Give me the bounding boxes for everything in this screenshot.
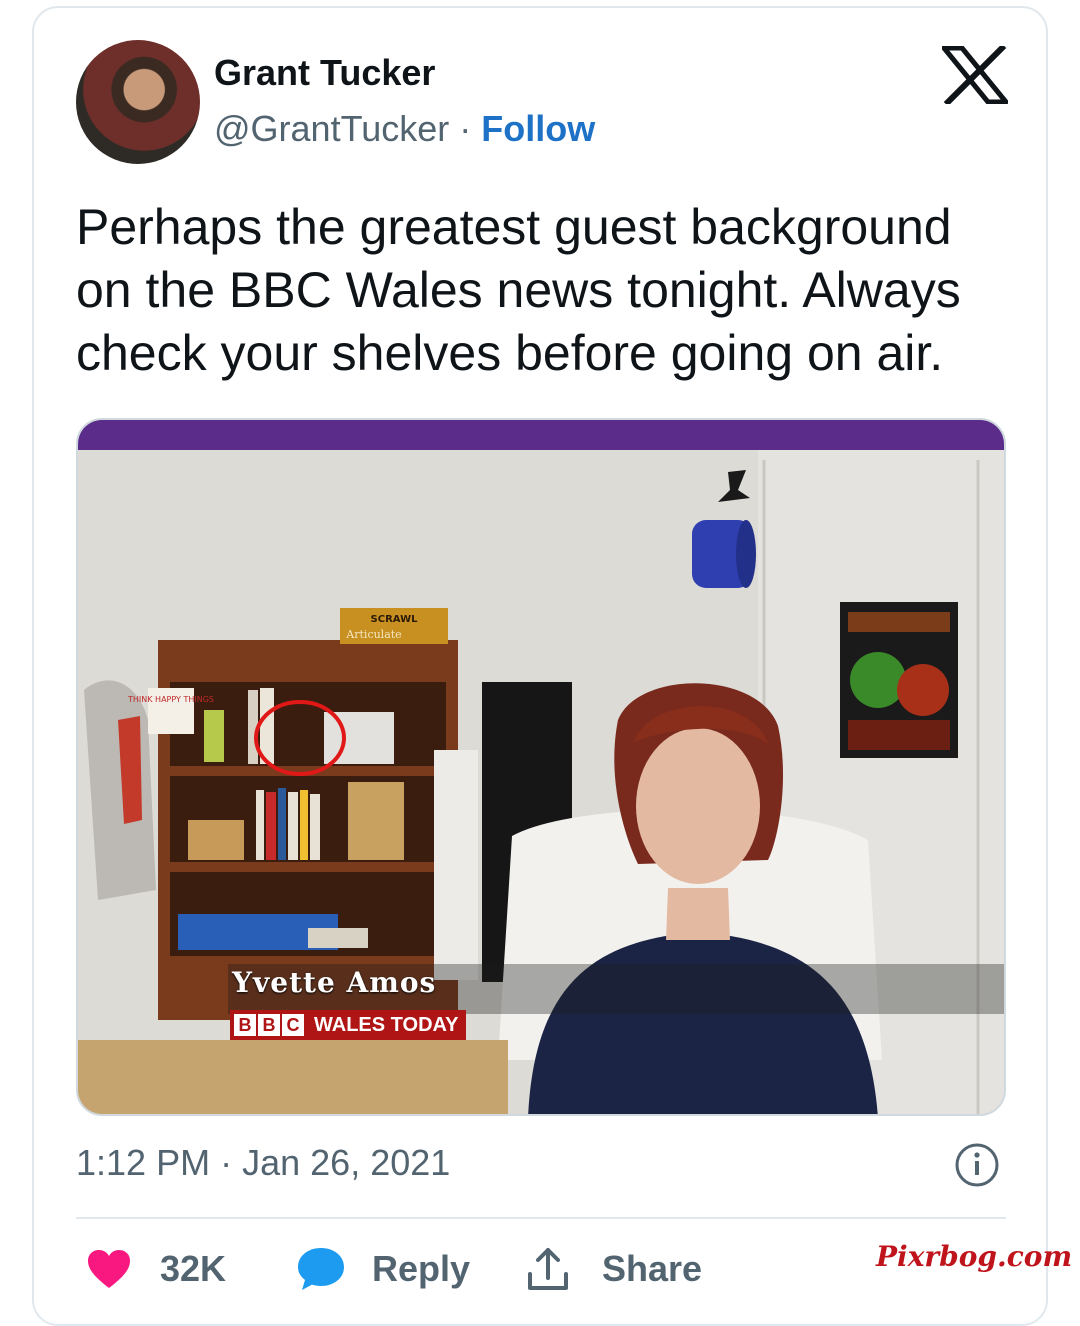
media-photo: SCRAWL Articulate THINK HAPPY THINGS bbox=[78, 420, 1004, 1114]
bbc-letter: B bbox=[258, 1014, 280, 1036]
tweet-timestamp[interactable]: 1:12 PM · Jan 26, 2021 bbox=[76, 1142, 450, 1184]
show-name: WALES TODAY bbox=[314, 1013, 459, 1036]
bbc-letter: C bbox=[282, 1014, 304, 1036]
handle-row: @GrantTucker · Follow bbox=[214, 108, 595, 150]
reply-icon[interactable] bbox=[296, 1246, 346, 1292]
tweet-text: Perhaps the greatest guest background on… bbox=[76, 199, 961, 381]
tweet-media[interactable]: SCRAWL Articulate THINK HAPPY THINGS bbox=[76, 418, 1006, 1116]
heart-icon[interactable] bbox=[86, 1248, 132, 1290]
author-name[interactable]: Grant Tucker bbox=[214, 52, 435, 94]
divider bbox=[76, 1217, 1006, 1219]
shelf-sign-text: THINK HAPPY THINGS bbox=[127, 695, 214, 704]
tweet-time: 1:12 PM bbox=[76, 1142, 211, 1183]
lower-third-channel: B B C WALES TODAY bbox=[230, 1010, 467, 1040]
watermark: Pixrbog.com bbox=[876, 1240, 1073, 1273]
tweet-date: Jan 26, 2021 bbox=[242, 1142, 451, 1183]
author-handle[interactable]: @GrantTucker bbox=[214, 108, 449, 149]
info-icon[interactable] bbox=[954, 1142, 1000, 1188]
bbc-letter: B bbox=[234, 1014, 256, 1036]
separator: · bbox=[459, 108, 472, 149]
x-logo-icon[interactable] bbox=[942, 46, 1008, 104]
lower-third-name: Yvette Amos bbox=[232, 966, 437, 999]
separator: · bbox=[220, 1142, 233, 1183]
share-button[interactable]: Share bbox=[602, 1248, 702, 1290]
game-box-label: SCRAWL bbox=[371, 614, 419, 625]
share-icon[interactable] bbox=[526, 1246, 570, 1292]
avatar[interactable] bbox=[76, 40, 200, 164]
follow-button[interactable]: Follow bbox=[481, 108, 595, 149]
reply-button[interactable]: Reply bbox=[372, 1248, 470, 1290]
like-count[interactable]: 32K bbox=[160, 1248, 226, 1290]
game-box-subtitle: Articulate bbox=[345, 628, 401, 641]
